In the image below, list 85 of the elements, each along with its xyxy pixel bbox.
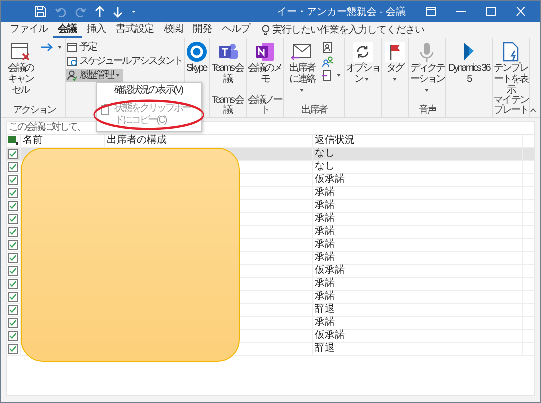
contact-card-icon [322,42,333,54]
table-cell: なし [312,148,522,160]
checkbox[interactable] [8,305,18,315]
ribbon-button[interactable]: 出席者に連絡 [284,40,320,97]
checkbox[interactable] [8,175,18,185]
group-label: 会議ノート [247,96,284,117]
checkbox[interactable] [8,344,18,354]
checkbox[interactable] [8,162,18,172]
forward-arrow-icon [40,42,54,53]
checkbox[interactable] [8,227,18,237]
ribbon-button[interactable]: 会議のメモ [246,40,284,86]
checkbox[interactable] [8,331,18,341]
table-cell: 承諾 [312,239,522,251]
checkbox[interactable] [8,201,18,211]
ribbon-button[interactable]: Dynamics 365 [446,40,492,86]
ribbon-button[interactable]: 予定 [66,41,98,54]
table-cell: 承諾 [312,226,522,238]
column-header[interactable]: 出席者の構成 [104,135,312,147]
ribbon-button[interactable]: Teams 会議 [210,40,246,86]
checkbox[interactable] [8,214,18,224]
ribbon-tab[interactable]: 開発 [188,22,217,38]
table-cell: 承諾 [312,187,522,199]
maximize-icon[interactable] [486,7,496,16]
table-cell: 承諾 [312,317,522,329]
scheduling-icon [67,56,78,67]
ribbon-button[interactable]: 履歴管理 [66,69,124,82]
ribbon-tab[interactable]: 校閲 [159,22,188,38]
window-title: イー・アンカー懇親会 - 会議 [276,6,407,18]
tell-me-field[interactable]: 実行したい作業を入力してください [272,23,424,37]
table-cell: 承諾 [312,213,522,225]
column-header[interactable]: 返信状況 [312,135,522,147]
table-cell: 承諾 [312,252,522,264]
group-label: Teams 会議 [210,96,246,117]
save-icon[interactable] [35,6,47,18]
table-cell: 仮承諾 [312,265,522,277]
lightbulb-icon [262,24,270,36]
down-arrow-icon[interactable] [113,6,123,18]
checkbox[interactable] [8,292,18,302]
attendee-header-icon [8,136,18,146]
ribbon-tab[interactable]: ヘルプ [217,22,256,38]
checkbox[interactable] [8,188,18,198]
ribbon-display-icon[interactable] [426,7,436,16]
tracking-icon [67,70,78,81]
group-label: 出席者 [301,106,327,117]
menu-item[interactable]: 確認状況の表示(V) [97,85,202,97]
close-icon[interactable] [516,7,526,16]
checkbox[interactable] [8,149,18,159]
table-cell: 仮承諾 [312,330,522,342]
flag-icon [384,41,406,63]
checkbox[interactable] [8,279,18,289]
calendar-icon [67,42,78,53]
table-cell: 辞退 [312,304,522,316]
ribbon-button[interactable]: 会議のキャンセル [3,40,38,97]
checkbox[interactable] [8,266,18,276]
customize-icon[interactable] [131,10,137,14]
up-arrow-icon[interactable] [95,6,105,18]
ribbon-button[interactable]: ディクテーション [409,40,446,97]
ribbon-tab[interactable]: ファイル [5,22,53,38]
group-label: 音声 [418,106,436,117]
group-label: マイ テンプレート [492,96,530,117]
people-icon [322,56,334,68]
ribbon-button[interactable]: テンプレートを表示 [492,40,530,97]
checkbox[interactable] [8,318,18,328]
sync-icon [352,41,374,63]
ribbon-button[interactable]: スケジュール アシスタント [66,55,184,68]
minimize-icon[interactable] [456,10,466,12]
table-cell: 仮承諾 [312,174,522,186]
table-cell: 承諾 [312,200,522,212]
table-cell: 承諾 [312,278,522,290]
checkbox[interactable] [8,253,18,263]
calendar-cancel-icon [10,41,32,63]
ribbon-tab[interactable]: 書式設定 [111,22,159,38]
collapse-ribbon-icon[interactable] [530,108,537,113]
table-cell: なし [312,161,522,173]
table-cell: 辞退 [312,343,522,355]
ribbon-button[interactable]: タグ [382,40,408,86]
group-label: アクション [12,106,56,117]
ribbon-tab[interactable]: 挿入 [82,22,111,38]
ribbon-button[interactable]: オプション [344,40,382,86]
column-header[interactable]: 名前 [20,135,104,147]
ribbon-button[interactable]: Skype [184,40,209,75]
info-text: この会議に対して、 [9,122,86,133]
form-icon [322,70,333,82]
table-cell: 承諾 [312,291,522,303]
checkbox[interactable] [8,240,18,250]
